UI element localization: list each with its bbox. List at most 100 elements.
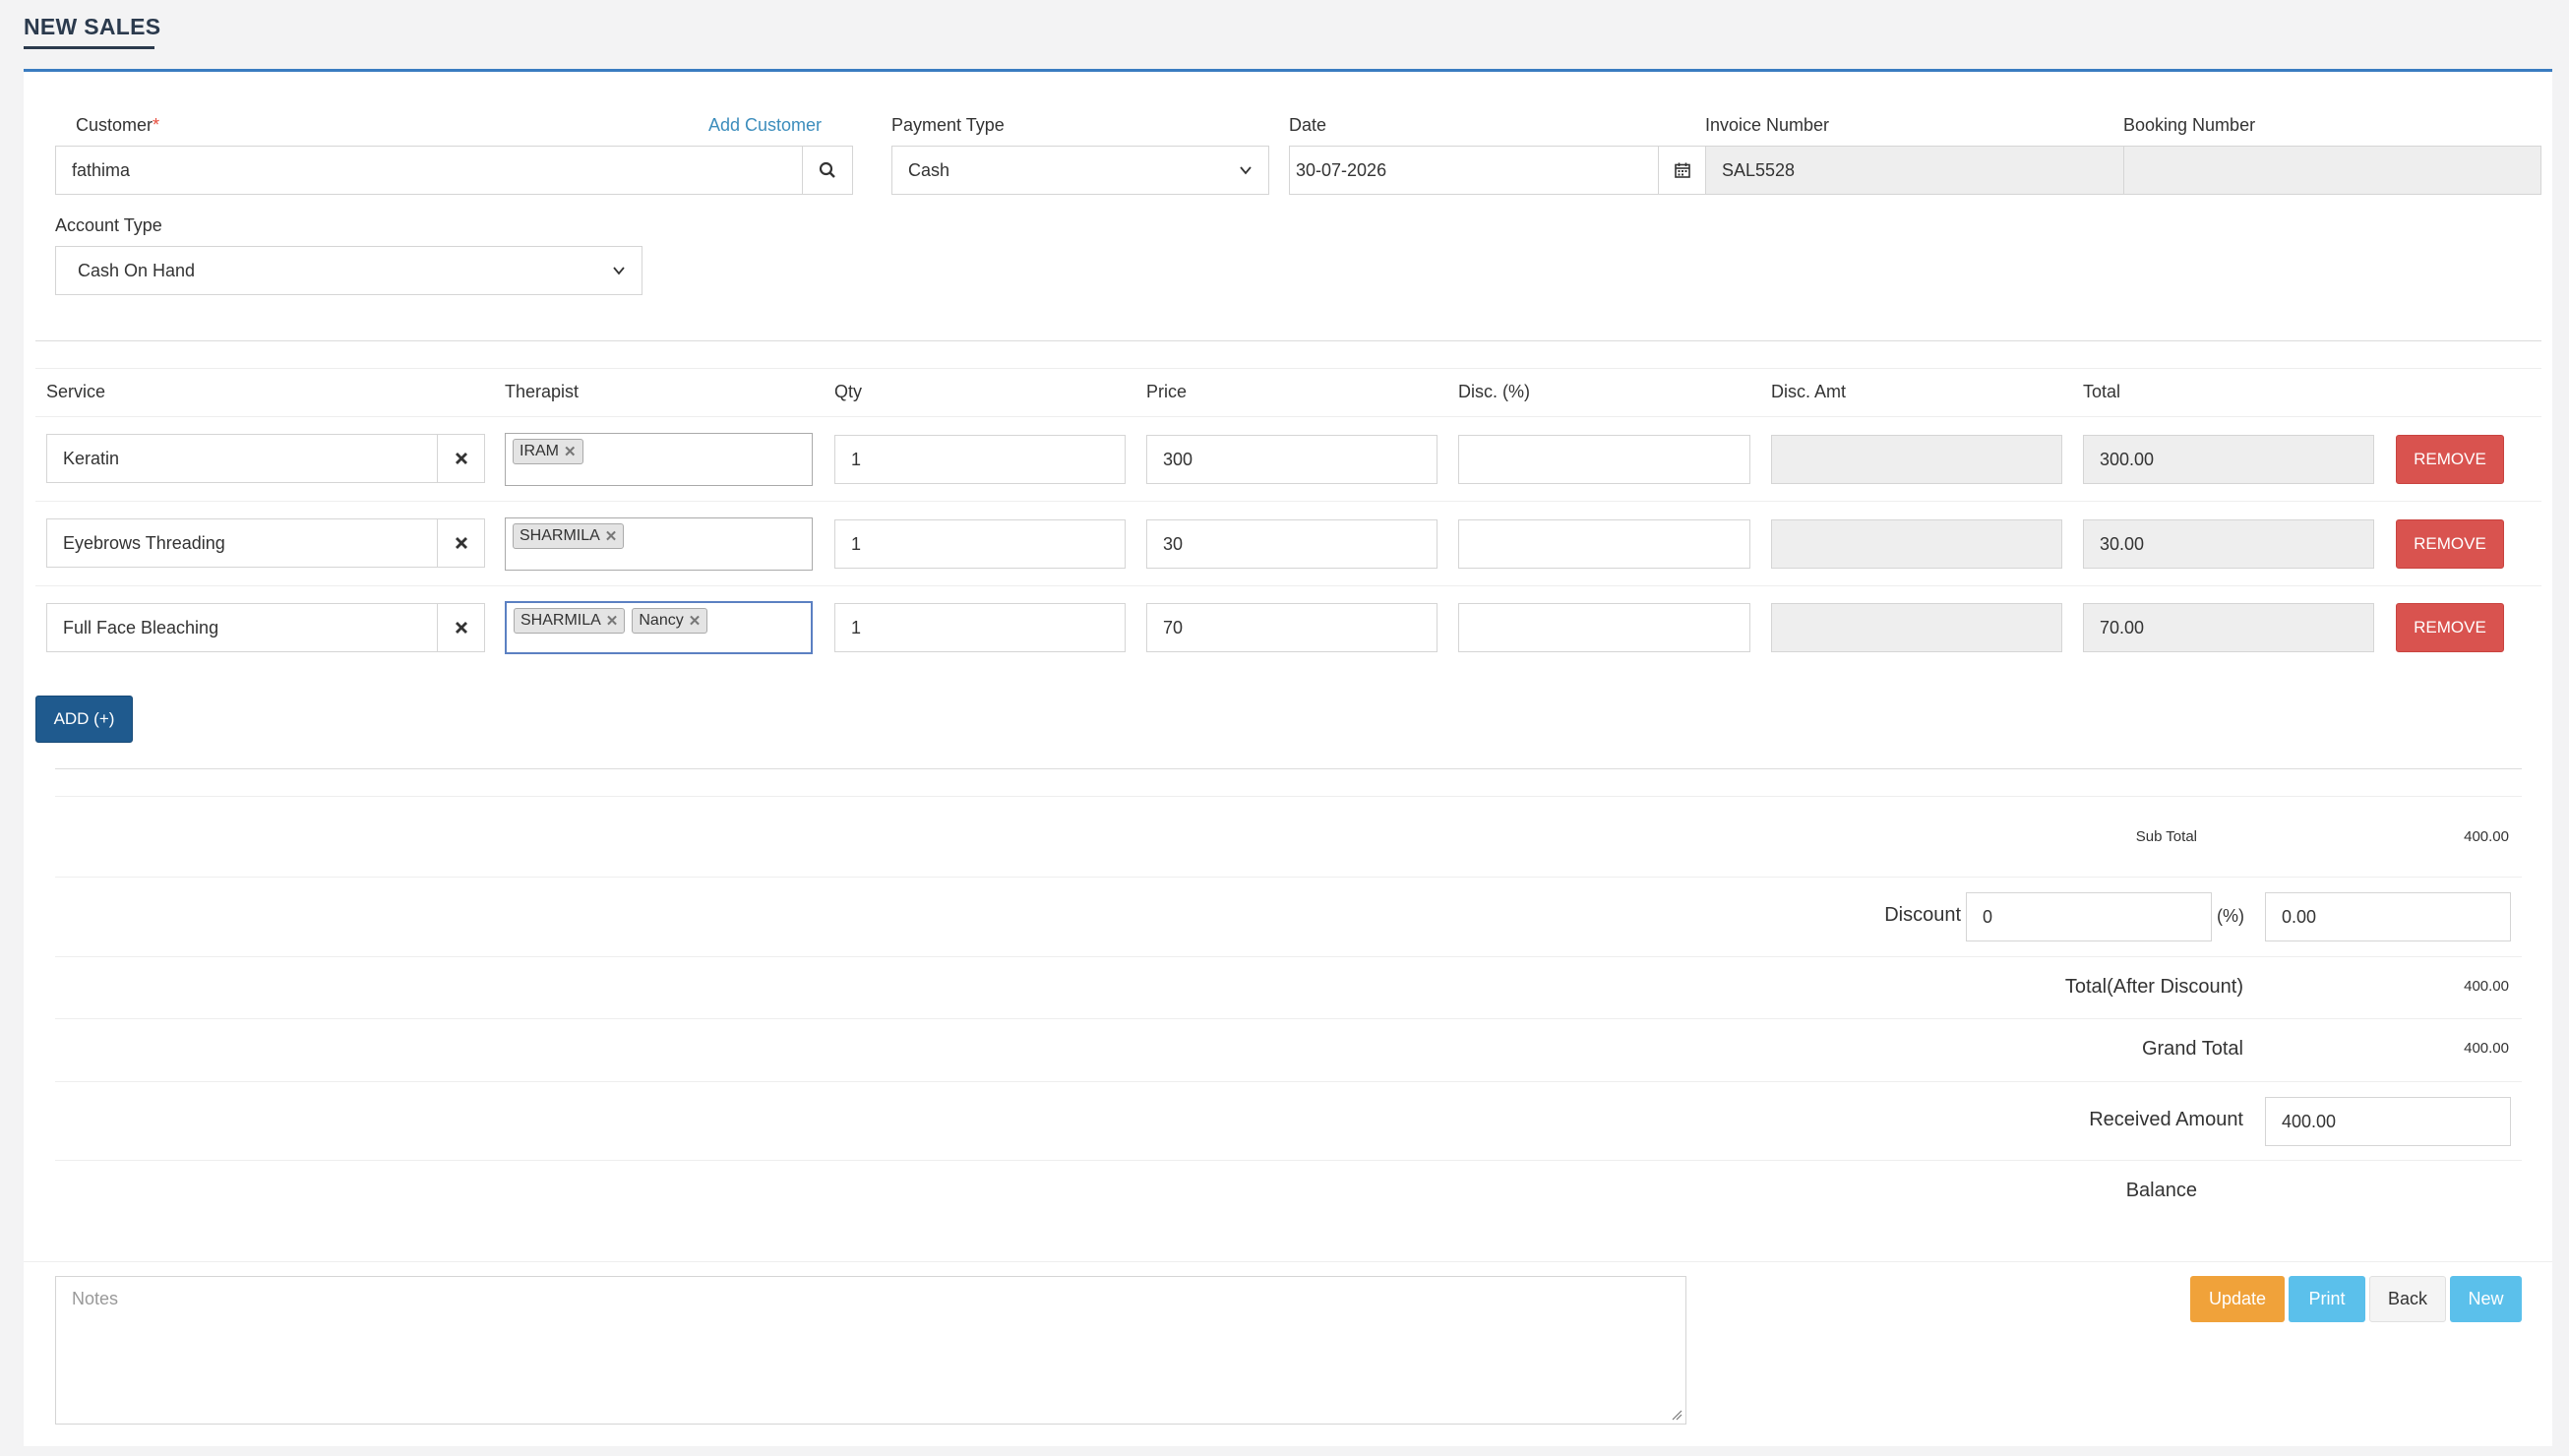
summary-row-border <box>55 796 2522 797</box>
col-header-disc-pct: Disc. (%) <box>1458 382 1530 401</box>
account-type-select[interactable]: Cash On Hand <box>55 246 642 295</box>
received-amount-input[interactable]: 400.00 <box>2265 1097 2511 1146</box>
row-divider <box>35 501 2541 502</box>
date-label: Date <box>1289 115 1327 135</box>
discount-amount-input[interactable]: 0.00 <box>2265 892 2511 941</box>
clear-service-button[interactable] <box>437 518 485 568</box>
summary-row-border <box>55 956 2522 957</box>
sub-total-label: Sub Total <box>2135 828 2197 845</box>
chevron-down-icon <box>613 267 625 275</box>
summary-divider <box>55 768 2522 769</box>
service-input[interactable]: Keratin <box>46 434 438 483</box>
qty-input[interactable]: 1 <box>834 519 1126 569</box>
date-picker-button[interactable] <box>1658 146 1707 195</box>
grand-total-value: 400.00 <box>2464 1040 2509 1057</box>
close-icon <box>455 453 467 464</box>
calendar-icon <box>1675 162 1690 178</box>
notes-textarea[interactable]: Notes <box>55 1276 1686 1425</box>
remove-row-button[interactable]: REMOVE <box>2396 603 2504 652</box>
price-input[interactable]: 300 <box>1146 435 1437 484</box>
customer-label: Customer* <box>76 115 159 136</box>
received-amount-label: Received Amount <box>2089 1109 2243 1130</box>
col-header-service: Service <box>46 382 106 401</box>
discount-pct-input[interactable]: 0 <box>1966 892 2212 941</box>
update-button[interactable]: Update <box>2190 1276 2285 1322</box>
back-button[interactable]: Back <box>2369 1276 2446 1322</box>
customer-search-button[interactable] <box>802 146 853 195</box>
qty-input[interactable]: 1 <box>834 603 1126 652</box>
invoice-number-label: Invoice Number <box>1705 115 1830 135</box>
add-row-button[interactable]: ADD (+) <box>35 696 133 743</box>
customer-input[interactable]: fathima <box>55 146 803 195</box>
service-input[interactable]: Full Face Bleaching <box>46 603 438 652</box>
therapist-tag-label: SHARMILA <box>520 527 600 544</box>
close-icon[interactable]: ✕ <box>689 612 702 630</box>
payment-type-select[interactable]: Cash <box>891 146 1269 195</box>
col-header-therapist: Therapist <box>505 382 580 401</box>
close-icon[interactable]: ✕ <box>564 443 577 460</box>
summary-row-border <box>55 877 2522 878</box>
search-icon <box>819 161 835 178</box>
grand-total-label: Grand Total <box>2141 1038 2243 1060</box>
close-icon[interactable]: ✕ <box>606 612 619 630</box>
row-total-field: 30.00 <box>2083 519 2374 569</box>
therapist-multiselect[interactable]: SHARMILA ✕ Nancy ✕ <box>505 601 813 654</box>
account-type-value: Cash On Hand <box>78 260 196 280</box>
header-top-border <box>35 368 2541 369</box>
disc-amt-field <box>1771 519 2062 569</box>
row-divider <box>35 585 2541 586</box>
resize-handle-icon[interactable] <box>1671 1409 1682 1421</box>
qty-input[interactable]: 1 <box>834 435 1126 484</box>
clear-service-button[interactable] <box>437 434 485 483</box>
date-input[interactable]: 30-07-2026 <box>1289 146 1659 195</box>
print-button[interactable]: Print <box>2289 1276 2365 1322</box>
summary-row-border <box>55 1081 2522 1082</box>
after-discount-label: Total(After Discount) <box>2064 976 2243 998</box>
chevron-down-icon <box>1240 166 1252 175</box>
booking-number-field <box>2123 146 2541 195</box>
section-divider <box>35 340 2541 341</box>
discount-label: Discount <box>1884 904 1961 926</box>
close-icon[interactable]: ✕ <box>605 527 618 545</box>
therapist-multiselect[interactable]: SHARMILA ✕ <box>505 517 813 571</box>
therapist-tag: Nancy ✕ <box>632 608 708 634</box>
therapist-tag: SHARMILA ✕ <box>514 608 626 634</box>
therapist-multiselect[interactable]: IRAM ✕ <box>505 433 813 486</box>
title-underline <box>24 46 154 49</box>
header-bottom-border <box>35 416 2541 417</box>
col-header-disc-amt: Disc. Amt <box>1771 382 1847 401</box>
therapist-tag-label: Nancy <box>639 612 684 629</box>
disc-amt-field <box>1771 603 2062 652</box>
footer-divider <box>24 1261 2552 1262</box>
row-total-field: 300.00 <box>2083 435 2374 484</box>
price-input[interactable]: 70 <box>1146 603 1437 652</box>
disc-pct-input[interactable] <box>1458 519 1750 569</box>
therapist-tag: SHARMILA ✕ <box>513 523 625 549</box>
required-mark: * <box>153 115 160 135</box>
clear-service-button[interactable] <box>437 603 485 652</box>
therapist-tag: IRAM ✕ <box>513 439 583 464</box>
col-header-qty: Qty <box>834 382 863 401</box>
percent-symbol: (%) <box>2217 906 2244 926</box>
remove-row-button[interactable]: REMOVE <box>2396 435 2504 484</box>
summary-row-border <box>55 1160 2522 1161</box>
notes-placeholder: Notes <box>72 1289 119 1308</box>
new-button[interactable]: New <box>2450 1276 2522 1322</box>
payment-type-value: Cash <box>908 159 950 180</box>
customer-label-text: Customer <box>76 115 153 135</box>
disc-pct-input[interactable] <box>1458 603 1750 652</box>
col-header-total: Total <box>2083 382 2121 401</box>
sub-total-value: 400.00 <box>2464 828 2509 845</box>
summary-row-border <box>55 1018 2522 1019</box>
booking-number-label: Booking Number <box>2123 115 2256 135</box>
remove-row-button[interactable]: REMOVE <box>2396 519 2504 569</box>
page-title: NEW SALES <box>24 14 161 39</box>
add-customer-link[interactable]: Add Customer <box>708 115 822 136</box>
invoice-number-field: SAL5528 <box>1705 146 2124 195</box>
service-input[interactable]: Eyebrows Threading <box>46 518 438 568</box>
price-input[interactable]: 30 <box>1146 519 1437 569</box>
disc-amt-field <box>1771 435 2062 484</box>
account-type-label: Account Type <box>55 215 162 235</box>
disc-pct-input[interactable] <box>1458 435 1750 484</box>
col-header-price: Price <box>1146 382 1188 401</box>
